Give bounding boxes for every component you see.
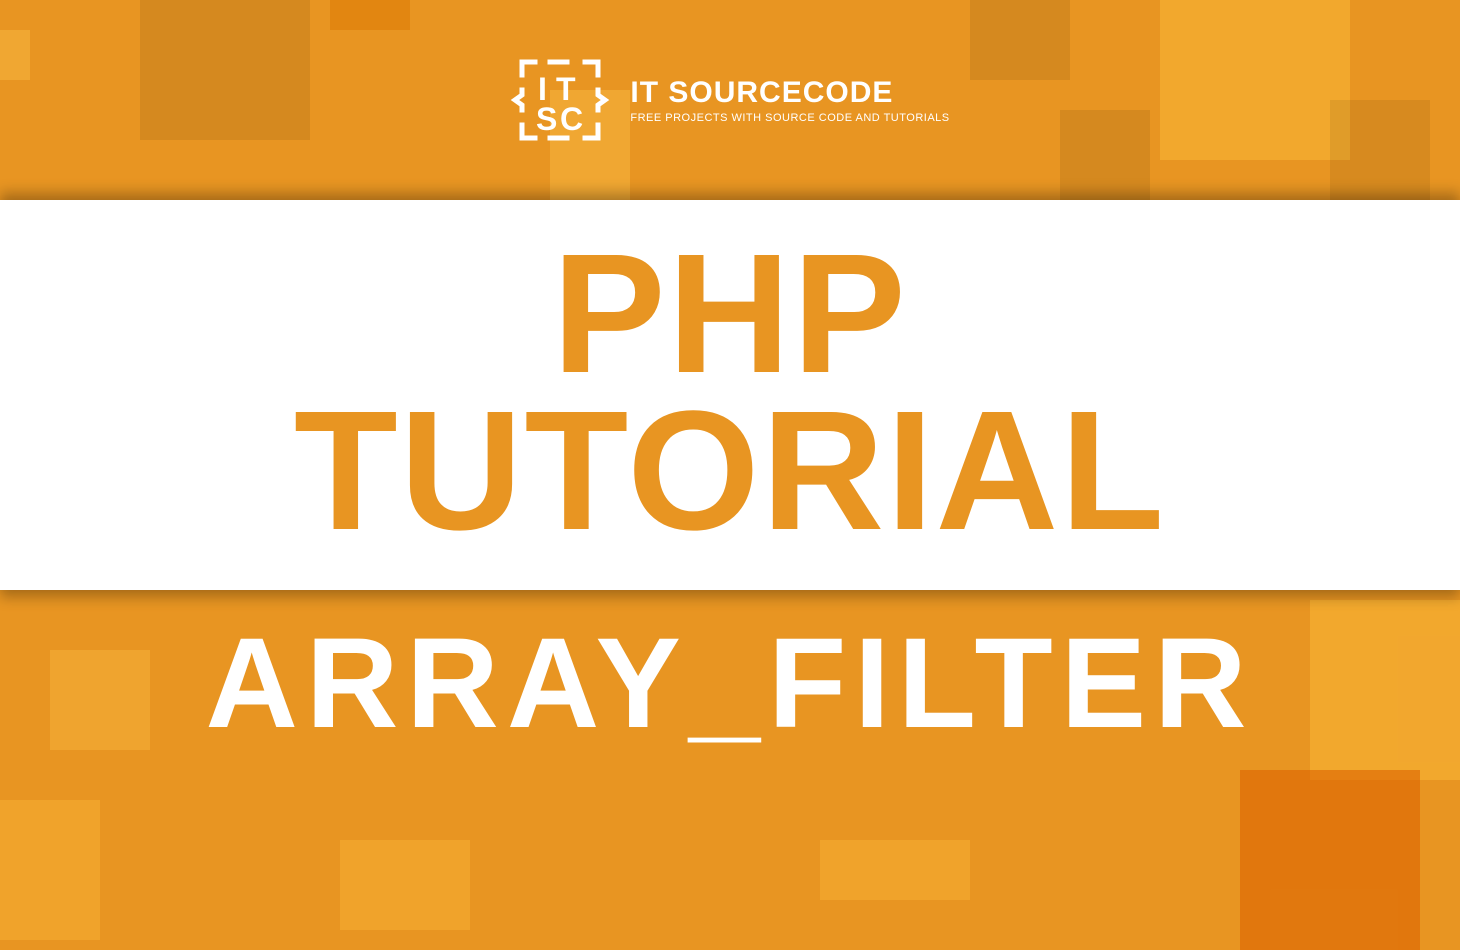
logo-text-block: IT SOURCECODE FREE PROJECTS WITH SOURCE … — [630, 76, 949, 124]
bg-square — [330, 0, 410, 30]
logo-title: IT SOURCECODE — [630, 76, 949, 110]
headline-line2: TUTORIAL — [294, 391, 1166, 553]
bg-square — [0, 800, 100, 940]
logo-icon: I T S C — [510, 50, 610, 150]
bg-square — [340, 840, 470, 930]
header: I T S C IT SOURCECODE FREE PROJECTS WITH… — [0, 50, 1460, 150]
subtopic-text: ARRAY_FILTER — [0, 610, 1460, 757]
bg-square — [1240, 770, 1420, 950]
logo-subtitle: FREE PROJECTS WITH SOURCE CODE AND TUTOR… — [630, 112, 949, 124]
bg-square — [820, 840, 970, 900]
headline-band: PHP TUTORIAL — [0, 200, 1460, 590]
svg-text:S: S — [536, 101, 557, 137]
headline-line1: PHP — [552, 238, 908, 391]
subtopic-band: ARRAY_FILTER — [0, 610, 1460, 757]
svg-text:C: C — [560, 101, 583, 137]
